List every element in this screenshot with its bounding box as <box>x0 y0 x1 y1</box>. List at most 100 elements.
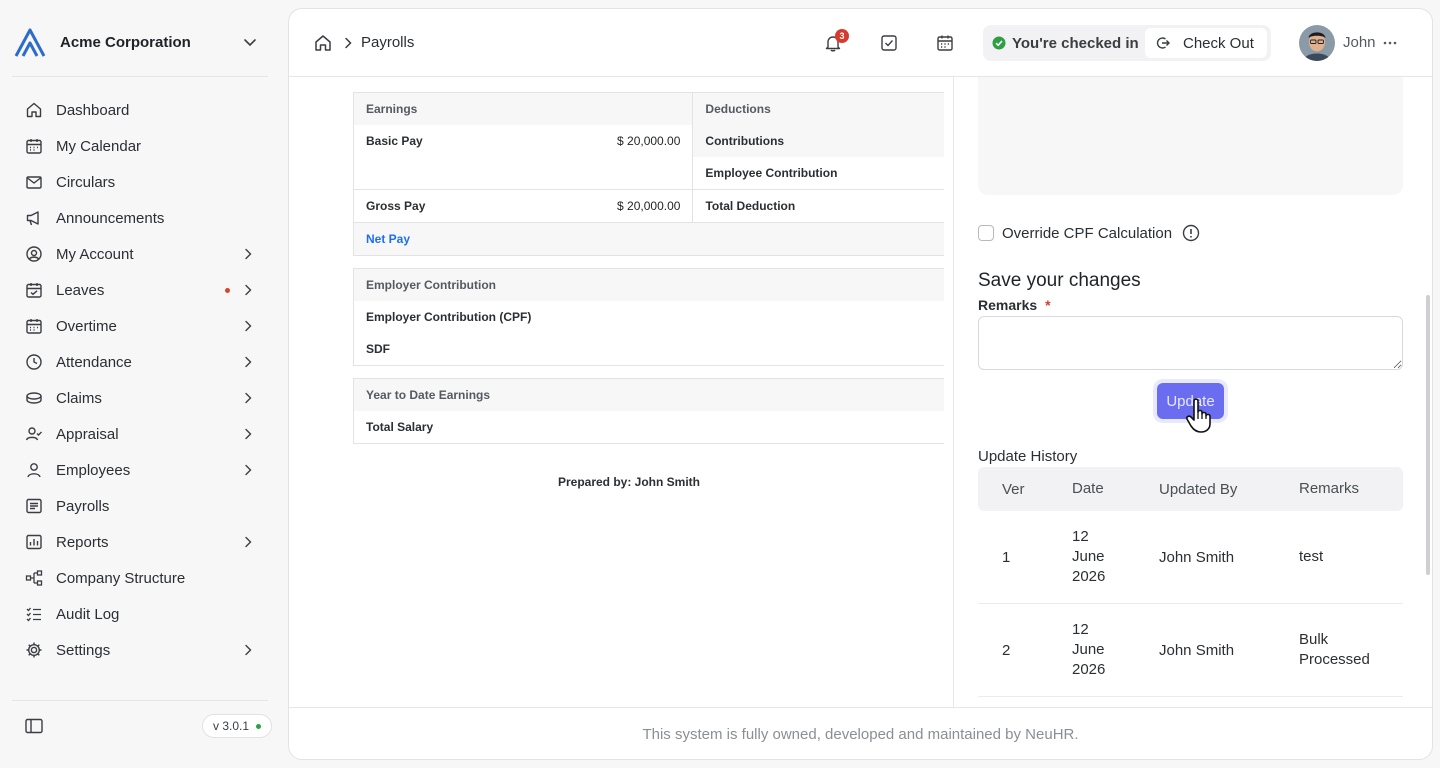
notification-badge: 3 <box>835 29 849 43</box>
sidebar-item-circulars[interactable]: Circulars <box>12 164 268 200</box>
table-row: 1 12 June 2026 John Smith test <box>978 511 1403 604</box>
basic-pay-row: Basic Pay $ 20,000.00 <box>354 125 692 157</box>
notification-dot <box>225 288 230 293</box>
sidebar-item-my-account[interactable]: My Account <box>12 236 268 272</box>
sidebar-item-announcements[interactable]: Announcements <box>12 200 268 236</box>
updated-by-cell: John Smith <box>1159 641 1235 659</box>
sidebar-nav: Dashboard My Calendar Circulars Announce… <box>12 92 268 668</box>
footer-text: This system is fully owned, developed an… <box>642 726 1079 743</box>
earnings-deductions-table: Earnings Basic Pay $ 20,000.00 Deduction… <box>353 92 944 189</box>
sidebar-item-leaves[interactable]: Leaves <box>12 272 268 308</box>
divider <box>953 77 954 707</box>
check-out-button[interactable]: Check Out <box>1145 28 1267 58</box>
section-title: Save your changes <box>978 270 1141 291</box>
sidebar: Acme Corporation Dashboard My Calendar C… <box>0 0 288 768</box>
org-switcher[interactable]: Acme Corporation <box>12 24 268 60</box>
empty-row <box>354 157 692 189</box>
remarks-text: Processed <box>1299 651 1370 668</box>
ytd-table: Year to Date Earnings Total Salary <box>353 378 944 444</box>
sidebar-item-payrolls[interactable]: Payrolls <box>12 488 268 524</box>
update-history-table: Ver Date Updated By Remarks 1 12 June 20… <box>978 467 1403 697</box>
divider <box>12 76 268 77</box>
gross-pay-value: $ 20,000.00 <box>617 199 681 213</box>
calendar-icon <box>24 136 44 156</box>
breadcrumb[interactable]: Payrolls <box>361 34 414 51</box>
chevron-right-icon <box>245 392 252 404</box>
sidebar-item-attendance[interactable]: Attendance <box>12 344 268 380</box>
prepared-by: Prepared by: John Smith <box>557 475 701 489</box>
employer-contribution-header: Employer Contribution <box>354 269 944 301</box>
date-year: 2026 <box>1072 661 1106 678</box>
column-header: Updated By <box>1159 480 1238 498</box>
info-box <box>978 77 1403 195</box>
sidebar-item-reports[interactable]: Reports <box>12 524 268 560</box>
chevron-right-icon <box>245 644 252 656</box>
calendar-icon <box>24 316 44 336</box>
earnings-header: Earnings <box>354 93 693 125</box>
sidebar-item-claims[interactable]: Claims <box>12 380 268 416</box>
avatar[interactable] <box>1299 25 1335 61</box>
chevron-right-icon <box>345 37 352 49</box>
user-circle-icon <box>24 244 44 264</box>
sidebar-item-employees[interactable]: Employees <box>12 452 268 488</box>
basic-pay-label: Basic Pay <box>366 134 423 148</box>
deductions-column: Deductions Contributions Employee Contri… <box>693 93 944 189</box>
sidebar-item-appraisal[interactable]: Appraisal <box>12 416 268 452</box>
override-cpf-checkbox[interactable] <box>978 225 994 241</box>
override-cpf-option: Override CPF Calculation <box>978 224 1200 242</box>
version-text: v 3.0.1 <box>213 719 250 733</box>
hand-pointer-icon <box>1186 398 1211 433</box>
chart-icon <box>24 532 44 552</box>
remarks-cell: test <box>1299 547 1403 567</box>
scrollbar[interactable] <box>1426 295 1430 575</box>
date-cell: 12 June 2026 <box>1072 620 1159 680</box>
sidebar-item-label: Claims <box>56 389 102 407</box>
deductions-header: Deductions <box>693 93 944 125</box>
date-day: 12 <box>1072 621 1089 638</box>
update-panel: Override CPF Calculation Save your chang… <box>978 77 1403 707</box>
sidebar-toggle-icon[interactable] <box>24 716 44 736</box>
chevron-down-icon[interactable] <box>240 32 260 52</box>
sidebar-item-label: Circulars <box>56 173 116 191</box>
remarks-input[interactable] <box>978 316 1403 370</box>
megaphone-icon <box>24 208 44 228</box>
required-mark: * <box>1045 297 1051 313</box>
sidebar-item-audit-log[interactable]: Audit Log <box>12 596 268 632</box>
update-history-title: Update History <box>978 448 1078 465</box>
date-month: June <box>1072 641 1105 658</box>
hierarchy-icon <box>24 568 44 588</box>
gross-row: Gross Pay $ 20,000.00 Total Deduction <box>353 189 944 223</box>
gear-icon <box>24 640 44 660</box>
chevron-right-icon <box>245 248 252 260</box>
acme-logo <box>14 28 46 57</box>
sidebar-item-my-calendar[interactable]: My Calendar <box>12 128 268 164</box>
sidebar-item-overtime[interactable]: Overtime <box>12 308 268 344</box>
home-icon[interactable] <box>313 33 333 53</box>
task-check-icon[interactable] <box>879 33 899 53</box>
sidebar-item-label: Reports <box>56 533 109 551</box>
top-bar: Payrolls 3 You're checked in Check Out J… <box>289 9 1432 77</box>
remarks-text: Bulk <box>1299 631 1329 648</box>
sidebar-item-label: Leaves <box>56 281 105 299</box>
chevron-right-icon <box>245 464 252 476</box>
remarks-text: test <box>1299 548 1324 565</box>
sidebar-item-label: Appraisal <box>56 425 119 443</box>
sidebar-item-settings[interactable]: Settings <box>12 632 268 668</box>
user-name[interactable]: John <box>1343 34 1376 51</box>
net-pay-row: Net Pay <box>353 223 944 256</box>
divider <box>12 700 268 701</box>
date-year: 2026 <box>1072 568 1106 585</box>
info-icon[interactable] <box>1182 224 1200 242</box>
version-cell: 1 <box>1002 548 1011 566</box>
sidebar-item-dashboard[interactable]: Dashboard <box>12 92 268 128</box>
calendar-icon[interactable] <box>935 33 955 53</box>
column-header: Remarks <box>1299 480 1360 497</box>
check-out-label: Check Out <box>1183 34 1254 52</box>
version-cell: 2 <box>1002 641 1011 659</box>
ytd-header: Year to Date Earnings <box>354 379 944 411</box>
sidebar-item-company-structure[interactable]: Company Structure <box>12 560 268 596</box>
footer: This system is fully owned, developed an… <box>289 707 1432 759</box>
user-icon <box>24 460 44 480</box>
more-horizontal-icon[interactable] <box>1382 35 1398 51</box>
main-panel: Payrolls 3 You're checked in Check Out J… <box>288 8 1433 760</box>
